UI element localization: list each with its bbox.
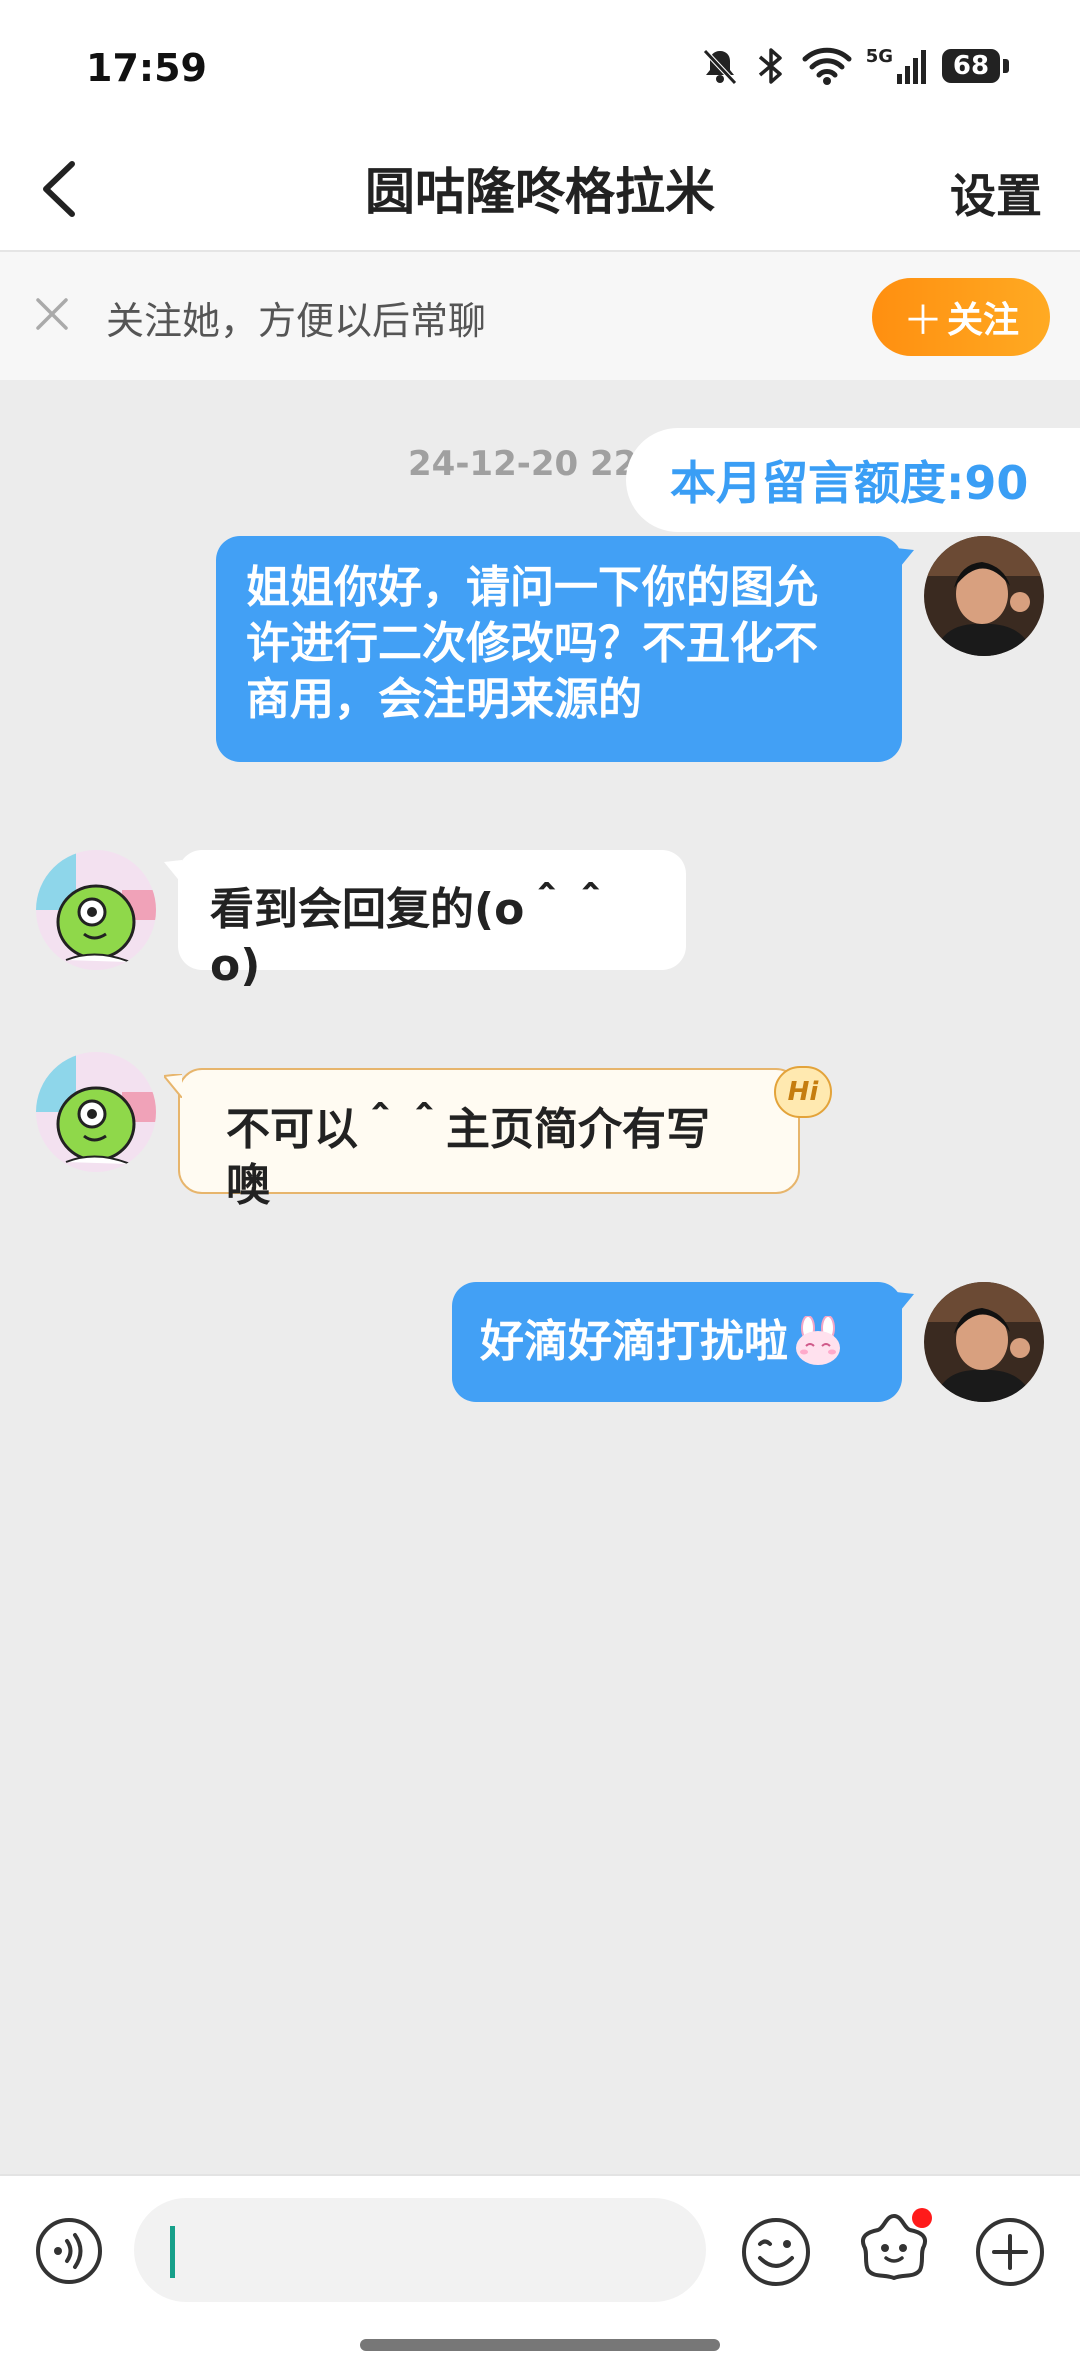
wifi-icon — [802, 47, 852, 85]
mute-bell-icon — [702, 49, 737, 85]
settings-button[interactable]: 设置 — [950, 160, 1042, 226]
battery-level: 68 — [952, 51, 990, 81]
cellular-signal-icon — [897, 50, 926, 84]
monthly-quota-badge: 本月留言额度:90 — [626, 428, 1080, 532]
plus-icon: ＋ — [902, 298, 943, 344]
follow-prompt-text: 关注她，方便以后常聊 — [106, 299, 487, 343]
emoji-icon[interactable] — [740, 2216, 812, 2288]
battery-indicator: 68 — [942, 49, 1009, 83]
follow-button-label: 关注 — [946, 300, 1019, 341]
bubble-tail — [896, 548, 914, 572]
add-icon[interactable] — [974, 2216, 1046, 2288]
outgoing-message-bubble[interactable]: 好滴好滴打扰啦 — [452, 1282, 902, 1402]
notification-dot — [912, 2208, 932, 2228]
message-text: 不可以＾＾主页简介有写噢 — [226, 1104, 710, 1211]
home-indicator[interactable] — [360, 2339, 720, 2351]
incoming-message-bubble[interactable]: 不可以＾＾主页简介有写噢 — [178, 1068, 800, 1211]
status-icons: 5G 68 — [700, 46, 1009, 86]
person-avatar-image — [924, 536, 1044, 656]
follow-banner: 关注她，方便以后常聊 ＋ 关注 — [0, 252, 1080, 380]
bubble-tail — [164, 1074, 182, 1098]
incoming-message-bubble[interactable]: 看到会回复的(o＾＾o) — [178, 850, 686, 991]
person-avatar-image — [924, 1282, 1044, 1402]
outgoing-message-bubble[interactable]: 姐姐你好，请问一下你的图允 许进行二次修改吗？不丑化不 商用，会注明来源的 — [216, 536, 902, 762]
status-time: 17:59 — [86, 46, 207, 90]
message-line: 许进行二次修改吗？不丑化不 — [246, 618, 818, 669]
sticker-icon[interactable] — [854, 2206, 934, 2290]
text-cursor — [170, 2226, 175, 2278]
title-bar: 圆咕隆咚格拉米 设置 — [0, 130, 1080, 252]
my-avatar[interactable] — [924, 536, 1044, 656]
chat-title: 圆咕隆咚格拉米 — [365, 163, 715, 221]
hi-badge: Hi — [774, 1066, 832, 1118]
message-text: 看到会回复的(o＾＾o) — [210, 884, 613, 991]
voice-input-icon[interactable] — [34, 2216, 104, 2286]
message-input[interactable] — [134, 2198, 706, 2302]
green-monster-avatar-image — [36, 850, 156, 970]
close-icon[interactable] — [30, 292, 74, 336]
bluetooth-icon — [758, 48, 782, 84]
contact-avatar[interactable] — [36, 1052, 156, 1172]
my-avatar[interactable] — [924, 1282, 1044, 1402]
message-line: 姐姐你好，请问一下你的图允 — [246, 562, 818, 613]
hi-badge-label: Hi — [787, 1077, 819, 1107]
signal-5g: 5G — [866, 46, 928, 86]
message-text: 好滴好滴打扰啦 — [480, 1316, 788, 1367]
green-monster-avatar-image — [36, 1052, 156, 1172]
bubble-tail — [164, 860, 182, 884]
follow-button[interactable]: ＋ 关注 — [872, 278, 1050, 356]
network-type-label: 5G — [865, 46, 893, 67]
contact-avatar[interactable] — [36, 850, 156, 970]
status-bar: 17:59 5G 68 — [0, 0, 1080, 130]
bunny-emoji-icon — [796, 1316, 840, 1365]
message-line: 商用，会注明来源的 — [246, 674, 642, 725]
bubble-tail — [896, 1292, 914, 1316]
